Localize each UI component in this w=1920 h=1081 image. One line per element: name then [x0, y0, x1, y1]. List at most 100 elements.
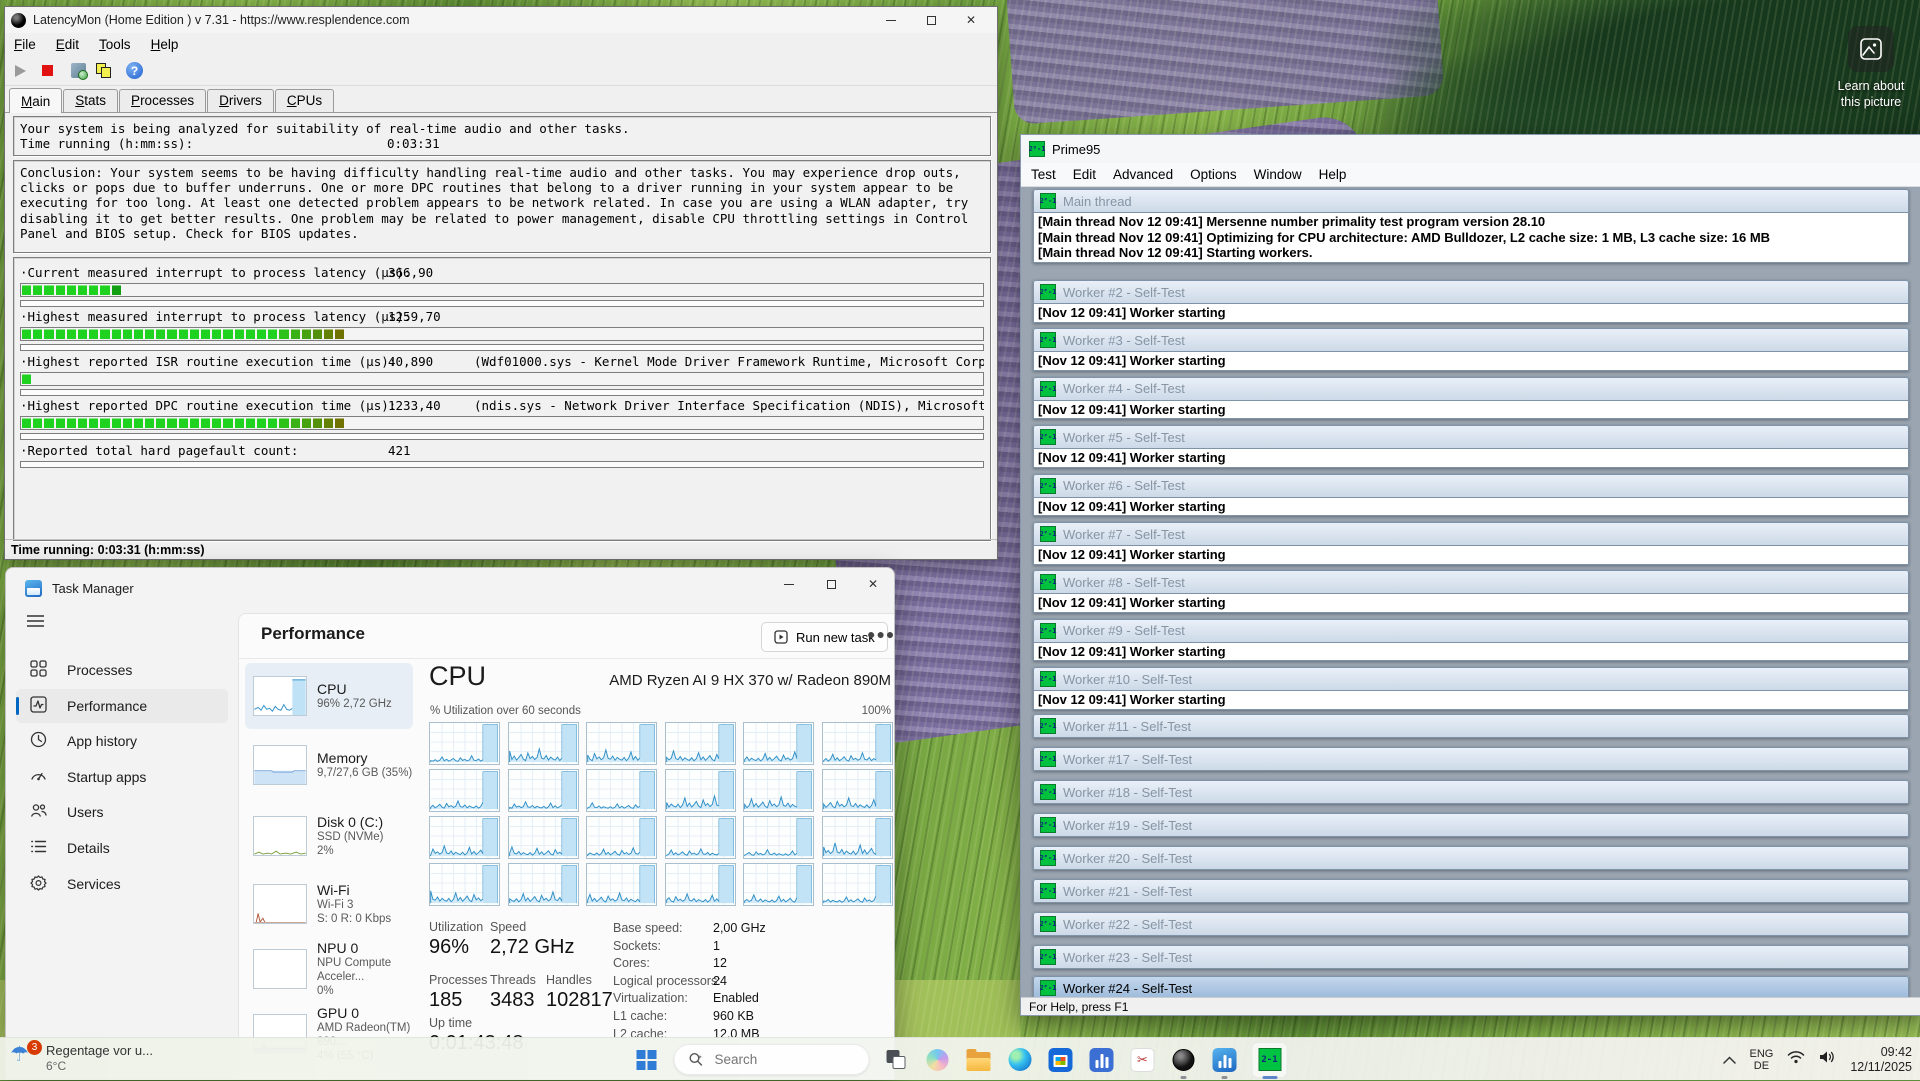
mdi-child-titlebar[interactable]: 2ᴾ-1Worker #17 - Self-Test — [1033, 747, 1909, 771]
minimize-button[interactable] — [871, 8, 911, 32]
menu-help[interactable]: Help — [151, 37, 179, 52]
mdi-child-window[interactable]: 2ᴾ-1Worker #4 - Self-Test[Nov 12 09:41] … — [1033, 377, 1909, 420]
copilot-button[interactable] — [924, 1046, 952, 1074]
mdi-child-titlebar[interactable]: 2ᴾ-1Worker #10 - Self-Test — [1033, 667, 1909, 691]
file-explorer-button[interactable] — [965, 1046, 993, 1074]
menu-window[interactable]: Window — [1254, 167, 1302, 182]
stop-monitor-icon[interactable] — [42, 65, 53, 76]
help-icon[interactable]: ? — [126, 62, 143, 79]
mdi-child-titlebar[interactable]: 2ᴾ-1Main thread — [1033, 189, 1909, 213]
mdi-child-window[interactable]: 2ᴾ-1Worker #10 - Self-Test[Nov 12 09:41]… — [1033, 667, 1909, 710]
menu-edit[interactable]: Edit — [1073, 167, 1096, 182]
sidebar-item-performance[interactable]: Performance — [16, 689, 228, 723]
start-button[interactable] — [633, 1046, 661, 1074]
menu-options[interactable]: Options — [1190, 167, 1237, 182]
weather-widget[interactable]: ☂ 3 Regentage vor u... 6°C — [10, 1042, 153, 1074]
perf-card-npu[interactable]: NPU 0NPU Compute Acceler...0% — [245, 937, 413, 1001]
mdi-child-window[interactable]: 2ᴾ-1Worker #3 - Self-Test[Nov 12 09:41] … — [1033, 328, 1909, 371]
mdi-child-titlebar[interactable]: 2ᴾ-1Worker #19 - Self-Test — [1033, 813, 1909, 837]
menu-tools[interactable]: Tools — [99, 37, 131, 52]
mdi-child-titlebar[interactable]: 2ᴾ-1Worker #23 - Self-Test — [1033, 945, 1909, 969]
mdi-child-titlebar[interactable]: 2ᴾ-1Worker #6 - Self-Test — [1033, 474, 1909, 498]
mdi-child-titlebar[interactable]: 2ᴾ-1Worker #3 - Self-Test — [1033, 328, 1909, 352]
hamburger-menu-icon[interactable] — [27, 614, 44, 633]
maximize-button[interactable] — [810, 568, 852, 600]
latencymon-titlebar[interactable]: LatencyMon (Home Edition ) v 7.31 - http… — [5, 7, 997, 33]
latencymon-taskbar-button[interactable] — [1170, 1046, 1198, 1074]
mdi-child-titlebar[interactable]: 2ᴾ-1Worker #20 - Self-Test — [1033, 846, 1909, 870]
menu-edit[interactable]: Edit — [56, 37, 79, 52]
task-manager-titlebar[interactable]: Task Manager — [6, 568, 894, 608]
mdi-child-window[interactable]: 2ᴾ-1Worker #8 - Self-Test[Nov 12 09:41] … — [1033, 570, 1909, 613]
mdi-child-window[interactable]: 2ᴾ-1Worker #5 - Self-Test[Nov 12 09:41] … — [1033, 425, 1909, 468]
perf-card-cpu[interactable]: CPU96% 2,72 GHz — [245, 663, 413, 729]
sidebar-item-startup[interactable]: Startup apps — [16, 760, 228, 794]
mdi-child-window[interactable]: 2ᴾ-1Worker #18 - Self-Test — [1033, 780, 1909, 804]
mdi-child-titlebar[interactable]: 2ᴾ-1Worker #24 - Self-Test — [1033, 976, 1909, 997]
perf-card-disk[interactable]: Disk 0 (C:)SSD (NVMe)2% — [245, 801, 413, 871]
mdi-child-titlebar[interactable]: 2ᴾ-1Worker #2 - Self-Test — [1033, 280, 1909, 304]
sidebar-item-apphistory[interactable]: App history — [16, 724, 228, 758]
stats-app-button[interactable] — [1088, 1046, 1116, 1074]
mdi-child-titlebar[interactable]: 2ᴾ-1Worker #5 - Self-Test — [1033, 425, 1909, 449]
menu-help[interactable]: Help — [1319, 167, 1347, 182]
mdi-child-window[interactable]: 2ᴾ-1Worker #2 - Self-Test[Nov 12 09:41] … — [1033, 280, 1909, 323]
mdi-child-window[interactable]: 2ᴾ-1Worker #11 - Self-Test — [1033, 714, 1909, 738]
mdi-child-window[interactable]: 2ᴾ-1Worker #20 - Self-Test — [1033, 846, 1909, 870]
copy-icon[interactable] — [96, 63, 112, 79]
mdi-child-window[interactable]: 2ᴾ-1Worker #17 - Self-Test — [1033, 747, 1909, 771]
mdi-child-titlebar[interactable]: 2ᴾ-1Worker #8 - Self-Test — [1033, 570, 1909, 594]
sidebar-item-users[interactable]: Users — [16, 795, 228, 829]
mdi-child-window[interactable]: 2ᴾ-1Worker #22 - Self-Test — [1033, 912, 1909, 936]
mdi-child-titlebar[interactable]: 2ᴾ-1Worker #11 - Self-Test — [1033, 714, 1909, 738]
perf-card-wifi[interactable]: Wi-FiWi-Fi 3S: 0 R: 0 Kbps — [245, 872, 413, 936]
prime95-taskbar-button[interactable]: 2-1 — [1252, 1042, 1288, 1078]
menu-test[interactable]: Test — [1031, 167, 1056, 182]
prime95-titlebar[interactable]: 2ᴰ-1 Prime95 — [1021, 135, 1920, 163]
mdi-child-window[interactable]: 2ᴾ-1Main thread[Main thread Nov 12 09:41… — [1033, 189, 1909, 263]
menu-advanced[interactable]: Advanced — [1113, 167, 1173, 182]
snipping-tool-button[interactable]: ✂ — [1129, 1046, 1157, 1074]
mdi-child-titlebar[interactable]: 2ᴾ-1Worker #22 - Self-Test — [1033, 912, 1909, 936]
tab-cpus[interactable]: CPUs — [275, 89, 334, 112]
start-monitor-icon[interactable] — [15, 65, 26, 77]
task-manager-taskbar-button[interactable] — [1211, 1046, 1239, 1074]
microsoft-store-button[interactable] — [1047, 1046, 1075, 1074]
mdi-child-window[interactable]: 2ᴾ-1Worker #7 - Self-Test[Nov 12 09:41] … — [1033, 522, 1909, 565]
mdi-child-window[interactable]: 2ᴾ-1Worker #19 - Self-Test — [1033, 813, 1909, 837]
wifi-icon[interactable] — [1787, 1050, 1805, 1069]
report-icon[interactable] — [71, 63, 86, 78]
mdi-child-window[interactable]: 2ᴾ-1Worker #6 - Self-Test[Nov 12 09:41] … — [1033, 474, 1909, 517]
mdi-child-titlebar[interactable]: 2ᴾ-1Worker #4 - Self-Test — [1033, 377, 1909, 401]
mdi-child-window[interactable]: 2ᴾ-1Worker #21 - Self-Test — [1033, 879, 1909, 903]
minimize-button[interactable] — [768, 568, 810, 600]
close-button[interactable]: ✕ — [951, 8, 991, 32]
menu-file[interactable]: File — [14, 37, 36, 52]
tab-drivers[interactable]: Drivers — [207, 89, 274, 112]
close-button[interactable]: ✕ — [852, 568, 894, 600]
tab-processes[interactable]: Processes — [119, 89, 206, 112]
task-view-button[interactable] — [883, 1046, 911, 1074]
mdi-child-window[interactable]: 2ᴾ-1Worker #24 - Self-Test — [1033, 976, 1909, 997]
clock[interactable]: 09:42 12/11/2025 — [1850, 1045, 1912, 1075]
picture-info-icon[interactable] — [1848, 26, 1894, 72]
perf-card-mem[interactable]: Memory9,7/27,6 GB (35%) — [245, 730, 413, 800]
mdi-child-titlebar[interactable]: 2ᴾ-1Worker #7 - Self-Test — [1033, 522, 1909, 546]
maximize-button[interactable] — [911, 8, 951, 32]
mdi-child-window[interactable]: 2ᴾ-1Worker #23 - Self-Test — [1033, 945, 1909, 969]
edge-button[interactable] — [1006, 1046, 1034, 1074]
mdi-child-titlebar[interactable]: 2ᴾ-1Worker #21 - Self-Test — [1033, 879, 1909, 903]
volume-icon[interactable] — [1819, 1050, 1836, 1069]
search-box[interactable] — [674, 1044, 870, 1075]
sidebar-item-services[interactable]: Services — [16, 867, 228, 901]
mdi-child-window[interactable]: 2ᴾ-1Worker #9 - Self-Test[Nov 12 09:41] … — [1033, 619, 1909, 662]
learn-about-this-picture[interactable]: Learn about this picture — [1836, 26, 1906, 110]
mdi-child-titlebar[interactable]: 2ᴾ-1Worker #18 - Self-Test — [1033, 780, 1909, 804]
mdi-child-titlebar[interactable]: 2ᴾ-1Worker #9 - Self-Test — [1033, 619, 1909, 643]
tab-stats[interactable]: Stats — [63, 89, 118, 112]
tab-main[interactable]: Main — [9, 88, 62, 113]
language-indicator[interactable]: ENGDE — [1750, 1048, 1774, 1072]
sidebar-item-processes[interactable]: Processes — [16, 653, 228, 687]
search-input[interactable] — [713, 1051, 833, 1068]
tray-chevron-icon[interactable] — [1723, 1051, 1736, 1069]
